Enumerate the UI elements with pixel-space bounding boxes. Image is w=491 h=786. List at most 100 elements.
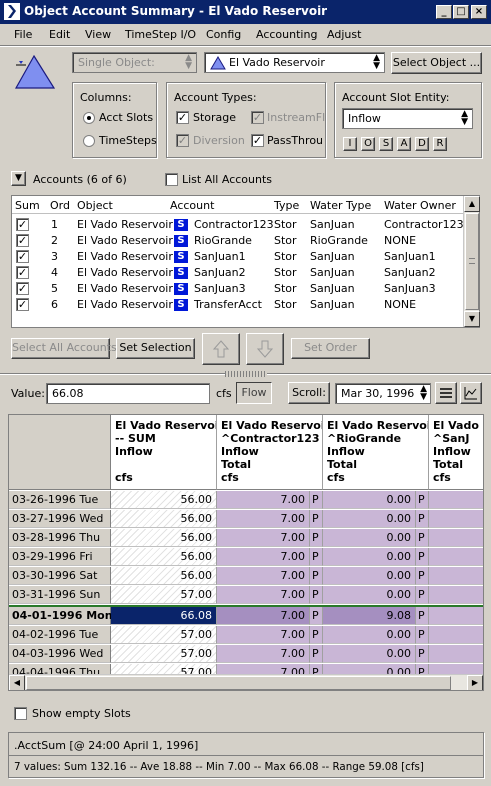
scroll-right-icon[interactable]: ▶ [467, 675, 483, 690]
select-object-button[interactable]: Select Object ... [391, 52, 482, 74]
grid-cell-riogrande[interactable]: 0.00 [323, 567, 416, 585]
grid-cell-sanjuan[interactable] [429, 548, 483, 566]
grid-cell-contractor123[interactable]: 7.00 [217, 491, 310, 509]
grid-cell-flag[interactable]: P [310, 607, 323, 625]
grid-cell-contractor123[interactable]: 7.00 [217, 626, 310, 644]
set-selection-button[interactable]: Set Selection [116, 338, 195, 359]
entity-a-button[interactable]: A [397, 137, 411, 151]
menu-edit[interactable]: Edit [49, 28, 70, 41]
grid-cell-flag[interactable]: P [416, 586, 429, 604]
grid-cell-flag[interactable]: P [310, 626, 323, 644]
storage-checkbox[interactable]: ✓ [176, 111, 189, 124]
grid-cell-sanjuan[interactable] [429, 510, 483, 528]
scroll-left-icon[interactable]: ◀ [9, 675, 25, 690]
col-type[interactable]: Type [274, 199, 299, 212]
slot-entity-select[interactable]: Inflow ▲ ▼ [342, 108, 473, 129]
move-up-button[interactable] [202, 333, 240, 365]
grid-cell-riogrande[interactable]: 0.00 [323, 510, 416, 528]
grid-cell-riogrande[interactable]: 0.00 [323, 529, 416, 547]
grid-cell-sum[interactable]: 57.00 [111, 626, 217, 644]
grid-cell-sum[interactable]: 56.00 [111, 491, 217, 509]
grid-cell-flag[interactable]: P [416, 491, 429, 509]
grid-cell-sum[interactable]: 56.00 [111, 548, 217, 566]
menu-adjust[interactable]: Adjust [327, 28, 361, 41]
sum-checkbox[interactable]: ✓ [16, 250, 29, 263]
menu-timestep-io[interactable]: TimeStep I/O [125, 28, 196, 41]
scroll-button[interactable]: Scroll: [288, 382, 330, 404]
grid-cell-flag[interactable]: P [416, 510, 429, 528]
scroll-down-icon[interactable]: ▼ [464, 311, 480, 327]
grid-cell-sanjuan[interactable] [429, 586, 483, 604]
account-row[interactable]: ✓ S 2 El Vado Reservoir RioGrande Stor RioGran… [12, 233, 463, 249]
grid-cell-flag[interactable]: P [416, 529, 429, 547]
grid-cell-contractor123[interactable]: 7.00 [217, 548, 310, 566]
sum-checkbox[interactable]: ✓ [16, 218, 29, 231]
maximize-button[interactable]: □ [453, 5, 469, 19]
hscroll-thumb[interactable] [26, 676, 451, 690]
col-sum[interactable]: Sum [15, 199, 40, 212]
value-input[interactable]: 66.08 [46, 383, 210, 404]
grid-cell-contractor123[interactable]: 7.00 [217, 510, 310, 528]
menu-file[interactable]: File [14, 28, 32, 41]
account-row[interactable]: ✓ S 3 El Vado Reservoir SanJuan1 Stor SanJuan S… [12, 249, 463, 265]
entity-d-button[interactable]: D [415, 137, 429, 151]
grid-cell-riogrande[interactable]: 0.00 [323, 586, 416, 604]
grid-cell-sanjuan[interactable] [429, 567, 483, 585]
grid-cell-sanjuan[interactable] [429, 607, 483, 625]
grid-cell-flag[interactable]: P [310, 548, 323, 566]
sum-checkbox[interactable]: ✓ [16, 234, 29, 247]
grid-cell-flag[interactable]: P [310, 586, 323, 604]
move-down-button[interactable] [246, 333, 284, 365]
scroll-thumb[interactable] [465, 213, 479, 310]
grid-cell-flag[interactable]: P [310, 645, 323, 663]
object-select[interactable]: El Vado Reservoir ▲ ▼ [204, 52, 385, 73]
grid-col-header-contractor123[interactable]: El Vado Reservoir ^Contractor123 Inflow … [217, 415, 323, 490]
grid-cell-flag[interactable]: P [310, 529, 323, 547]
menu-config[interactable]: Config [206, 28, 241, 41]
grid-cell-contractor123[interactable]: 7.00 [217, 567, 310, 585]
grid-cell-riogrande[interactable]: 0.00 [323, 491, 416, 509]
grid-cell-sanjuan[interactable] [429, 626, 483, 644]
grid-cell-contractor123[interactable]: 7.00 [217, 645, 310, 663]
grid-cell-flag[interactable]: P [416, 548, 429, 566]
list-view-button[interactable] [435, 382, 457, 404]
entity-o-button[interactable]: O [361, 137, 375, 151]
passthrough-checkbox[interactable]: ✓ [251, 134, 264, 147]
date-spinner[interactable]: Mar 30, 1996 ▲ ▼ [335, 383, 431, 404]
grid-cell-sum[interactable]: 57.00 [111, 586, 217, 604]
col-object[interactable]: Object [77, 199, 113, 212]
grid-cell-flag[interactable]: P [416, 567, 429, 585]
entity-r-button[interactable]: R [433, 137, 447, 151]
col-ord[interactable]: Ord [50, 199, 70, 212]
show-empty-slots-checkbox[interactable] [14, 707, 27, 720]
grid-cell-sanjuan[interactable] [429, 491, 483, 509]
grid-cell-sanjuan[interactable] [429, 529, 483, 547]
accounts-collapse-toggle[interactable]: ▼ [11, 171, 26, 186]
grid-cell-contractor123[interactable]: 7.00 [217, 529, 310, 547]
grid-cell-flag[interactable]: P [416, 645, 429, 663]
entity-s-button[interactable]: S [379, 137, 393, 151]
grid-cell-sum[interactable]: 57.00 [111, 645, 217, 663]
grid-cell-sum[interactable]: 56.00 [111, 567, 217, 585]
grid-hscrollbar[interactable]: ◀ ▶ [9, 674, 483, 690]
radio-timesteps[interactable] [83, 135, 95, 147]
select-all-accounts-button[interactable]: Select All Accounts [11, 338, 117, 359]
entity-i-button[interactable]: I [343, 137, 357, 151]
radio-acct-slots[interactable] [83, 112, 95, 124]
account-row[interactable]: ✓ S 4 El Vado Reservoir SanJuan2 Stor SanJuan S… [12, 265, 463, 281]
grid-cell-flag[interactable]: P [310, 491, 323, 509]
account-row[interactable]: ✓ S 1 El Vado Reservoir Contractor123 Stor San… [12, 217, 464, 233]
grid-cell-contractor123[interactable]: 7.00 [217, 607, 310, 625]
graph-view-button[interactable] [460, 382, 482, 404]
sum-checkbox[interactable]: ✓ [16, 282, 29, 295]
sum-checkbox[interactable]: ✓ [16, 266, 29, 279]
account-row[interactable]: ✓ S 6 El Vado Reservoir TransferAcct Stor SanJ… [12, 297, 463, 313]
menu-accounting[interactable]: Accounting [256, 28, 317, 41]
grid-col-header-sanjuan[interactable]: El Vado ^SanJ Inflow Total cfs [429, 415, 483, 490]
accounts-scrollbar[interactable]: ▲ ▼ [463, 196, 480, 327]
grid-cell-riogrande[interactable]: 0.00 [323, 645, 416, 663]
set-order-button[interactable]: Set Order [291, 338, 370, 359]
grid-cell-flag[interactable]: P [310, 510, 323, 528]
col-account[interactable]: Account [170, 199, 214, 212]
account-row[interactable]: ✓ S 5 El Vado Reservoir SanJuan3 Stor SanJuan S… [12, 281, 463, 297]
